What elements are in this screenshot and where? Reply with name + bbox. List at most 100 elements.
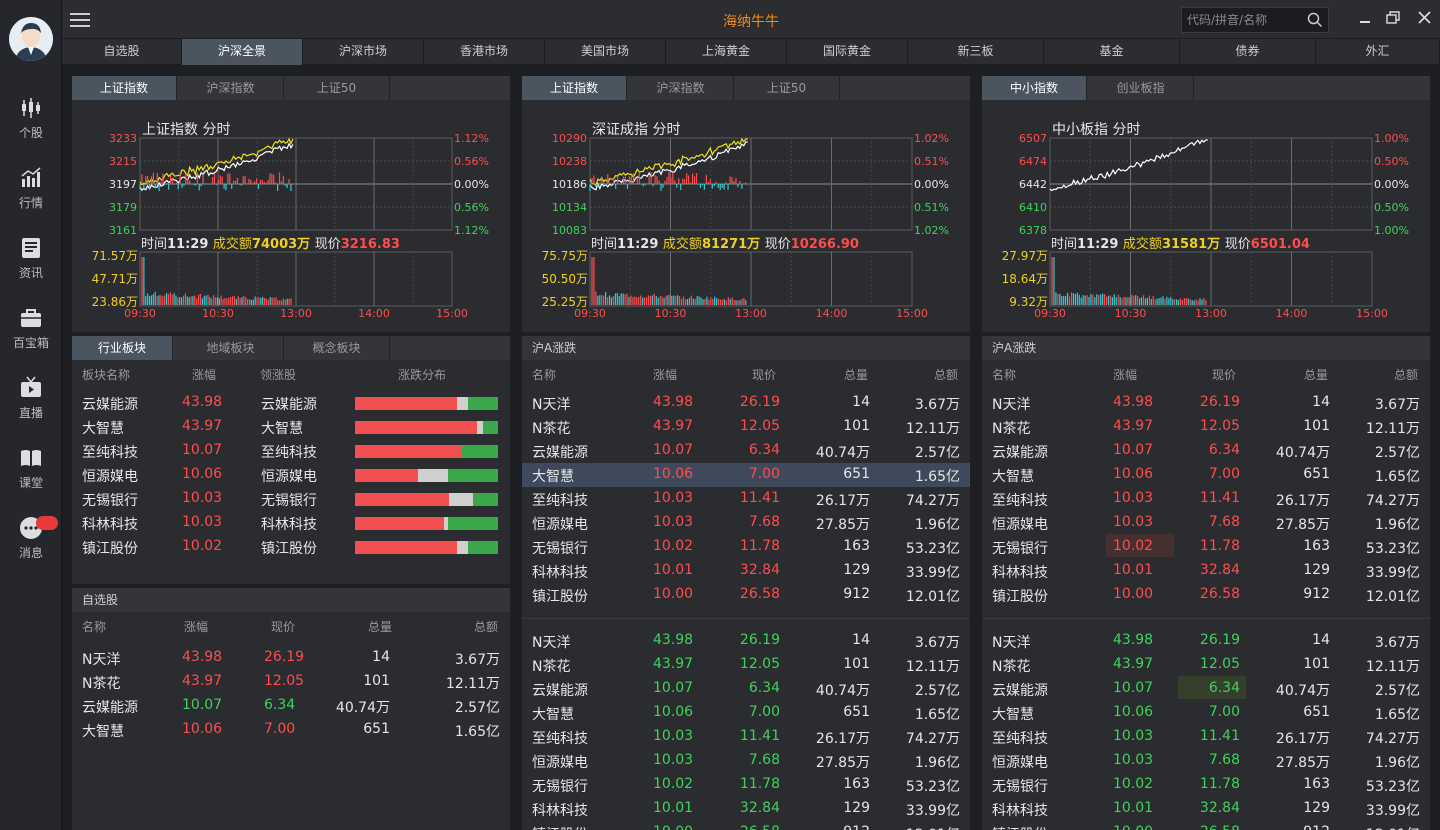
rank-row[interactable]: 恒源媒电 10.03 7.68 27.85万 1.96亿	[982, 511, 1430, 535]
subtab-0[interactable]: 上证指数	[522, 76, 627, 100]
nav-item-market[interactable]: 行情	[0, 166, 62, 226]
rank-row[interactable]: 无锡银行 10.02 11.78 163 53.23亿	[522, 773, 970, 797]
rank-row[interactable]: 恒源媒电 10.03 7.68 27.85万 1.96亿	[522, 749, 970, 773]
tab-1[interactable]: 沪深全景	[182, 39, 303, 65]
tab-5[interactable]: 上海黄金	[666, 39, 787, 65]
close-icon[interactable]	[1415, 10, 1435, 28]
rank-row[interactable]: 镇江股份 10.00 26.58 912 12.01亿	[982, 583, 1430, 607]
price-axis-label: 3233	[109, 132, 137, 145]
subtab-0[interactable]: 上证指数	[72, 76, 177, 100]
tab-9[interactable]: 债券	[1180, 39, 1316, 65]
tab-6[interactable]: 国际黄金	[787, 39, 908, 65]
watchlist-row[interactable]: 云媒能源 10.07 6.34 40.74万 2.57亿	[72, 694, 510, 718]
minimize-icon[interactable]	[1356, 10, 1376, 28]
rank-row[interactable]: 镇江股份 10.00 26.58 912 12.01亿	[982, 821, 1430, 830]
subtab-2[interactable]: 上证50	[734, 76, 840, 100]
tab-7[interactable]: 新三板	[908, 39, 1044, 65]
search-box[interactable]	[1181, 7, 1329, 33]
sector-row[interactable]: 云媒能源 43.98 云媒能源	[72, 391, 510, 415]
rank-row[interactable]: 至纯科技 10.03 11.41 26.17万 74.27万	[522, 487, 970, 511]
stock-pct: 10.00	[1113, 586, 1154, 602]
rank-row[interactable]: N天洋 43.98 26.19 14 3.67万	[522, 391, 970, 415]
rank-row[interactable]: 云媒能源 10.07 6.34 40.74万 2.57亿	[522, 677, 970, 701]
nav-item-book[interactable]: 课堂	[0, 446, 62, 506]
rank-row[interactable]: 无锡银行 10.02 11.78 163 53.23亿	[982, 773, 1430, 797]
rank-row[interactable]: 大智慧 10.06 7.00 651 1.65亿	[522, 463, 970, 487]
search-input[interactable]	[1182, 8, 1300, 32]
pct-axis-label: 1.00%	[1374, 132, 1409, 145]
rank-row[interactable]: 科林科技 10.01 32.84 129 33.99亿	[982, 559, 1430, 583]
sector-row[interactable]: 至纯科技 10.07 至纯科技	[72, 439, 510, 463]
rank-row[interactable]: 无锡银行 10.02 11.78 163 53.23亿	[982, 534, 1430, 559]
restore-icon[interactable]	[1384, 10, 1404, 28]
subtab-1[interactable]: 沪深指数	[628, 76, 734, 100]
rank-row[interactable]: N茶花 43.97 12.05 101 12.11万	[522, 653, 970, 677]
rank-row[interactable]: 至纯科技 10.03 11.41 26.17万 74.27万	[522, 725, 970, 749]
stock-amount: 1.96亿	[914, 517, 960, 533]
tab-2[interactable]: 沪深市场	[303, 39, 424, 65]
watchlist-row[interactable]: N天洋 43.98 26.19 14 3.67万	[72, 646, 510, 670]
rank-row[interactable]: 云媒能源 10.07 6.34 40.74万 2.57亿	[982, 439, 1430, 463]
nav-item-live-tv[interactable]: 直播	[0, 376, 62, 436]
tab-3[interactable]: 香港市场	[424, 39, 545, 65]
tab-0[interactable]: 自选股	[62, 39, 182, 65]
rank-row[interactable]: 科林科技 10.01 32.84 129 33.99亿	[982, 797, 1430, 821]
stock-pct: 10.00	[1113, 824, 1153, 830]
watchlist-row[interactable]: 大智慧 10.06 7.00 651 1.65亿	[72, 718, 510, 742]
sector-row[interactable]: 恒源媒电 10.06 恒源媒电	[72, 463, 510, 487]
volume-axis-label: 27.97万	[1002, 249, 1048, 263]
subtab-2[interactable]: 上证50	[284, 76, 390, 100]
column-header: 总额	[933, 368, 958, 382]
stock-name: N天洋	[992, 397, 1031, 413]
tab-8[interactable]: 基金	[1044, 39, 1180, 65]
rank-row[interactable]: 镇江股份 10.00 26.58 912 12.01亿	[522, 821, 970, 830]
rank-row[interactable]: 云媒能源 10.07 6.34 40.74万 2.57亿	[522, 439, 970, 463]
stock-amount: 12.11万	[1365, 421, 1420, 437]
subtab-1[interactable]: 创业板指	[1088, 76, 1194, 100]
price-axis-label: 6507	[1019, 132, 1047, 145]
rank-row[interactable]: N天洋 43.98 26.19 14 3.67万	[522, 629, 970, 653]
rank-row[interactable]: 恒源媒电 10.03 7.68 27.85万 1.96亿	[982, 749, 1430, 773]
avatar[interactable]	[9, 17, 53, 61]
nav-item-stock[interactable]: 个股	[0, 96, 62, 156]
rank-row[interactable]: N茶花 43.97 12.05 101 12.11万	[522, 415, 970, 439]
sector-subtab-0[interactable]: 行业板块	[72, 336, 173, 360]
subtab-0[interactable]: 中小指数	[982, 76, 1087, 100]
watchlist-row[interactable]: N茶花 43.97 12.05 101 12.11万	[72, 670, 510, 694]
sector-row[interactable]: 大智慧 43.97 大智慧	[72, 415, 510, 439]
stock-amount: 12.01亿	[1365, 589, 1420, 605]
section-divider	[982, 618, 1430, 619]
sector-row[interactable]: 科林科技 10.03 科林科技	[72, 511, 510, 535]
rank-row[interactable]: 至纯科技 10.03 11.41 26.17万 74.27万	[982, 487, 1430, 511]
rank-row[interactable]: 大智慧 10.06 7.00 651 1.65亿	[522, 701, 970, 725]
stock-amount: 33.99亿	[1365, 565, 1420, 581]
stock-amount: 2.57亿	[1374, 445, 1420, 461]
rank-row[interactable]: 无锡银行 10.02 11.78 163 53.23亿	[522, 535, 970, 559]
sector-subtab-2[interactable]: 概念板块	[284, 336, 390, 360]
rank-row[interactable]: N茶花 43.97 12.05 101 12.11万	[982, 653, 1430, 677]
rank-row[interactable]: 至纯科技 10.03 11.41 26.17万 74.27万	[982, 725, 1430, 749]
rank-row[interactable]: N天洋 43.98 26.19 14 3.67万	[982, 629, 1430, 653]
sector-row[interactable]: 无锡银行 10.03 无锡银行	[72, 487, 510, 511]
stock-price: 7.00	[748, 466, 780, 482]
tab-4[interactable]: 美国市场	[545, 39, 666, 65]
rank-row[interactable]: 镇江股份 10.00 26.58 912 12.01亿	[522, 583, 970, 607]
rank-row[interactable]: N天洋 43.98 26.19 14 3.67万	[982, 391, 1430, 415]
search-icon[interactable]	[1307, 12, 1323, 32]
rank-row[interactable]: 科林科技 10.01 32.84 129 33.99亿	[522, 797, 970, 821]
tab-10[interactable]: 外汇	[1316, 39, 1440, 65]
sector-row[interactable]: 镇江股份 10.02 镇江股份	[72, 535, 510, 559]
rank-row[interactable]: N茶花 43.97 12.05 101 12.11万	[982, 415, 1430, 439]
stock-amount: 12.11万	[905, 659, 960, 675]
sector-subtab-1[interactable]: 地域板块	[178, 336, 284, 360]
stock-name: 云媒能源	[82, 700, 138, 716]
nav-item-news[interactable]: 资讯	[0, 236, 62, 296]
subtab-1[interactable]: 沪深指数	[178, 76, 284, 100]
nav-item-message[interactable]: 消息	[0, 516, 62, 576]
rank-row[interactable]: 恒源媒电 10.03 7.68 27.85万 1.96亿	[522, 511, 970, 535]
nav-item-toolbox[interactable]: 百宝箱	[0, 306, 62, 366]
rank-row[interactable]: 大智慧 10.06 7.00 651 1.65亿	[982, 701, 1430, 725]
rank-row[interactable]: 科林科技 10.01 32.84 129 33.99亿	[522, 559, 970, 583]
rank-row[interactable]: 大智慧 10.06 7.00 651 1.65亿	[982, 463, 1430, 487]
rank-row[interactable]: 云媒能源 10.07 6.34 40.74万 2.57亿	[982, 676, 1430, 701]
